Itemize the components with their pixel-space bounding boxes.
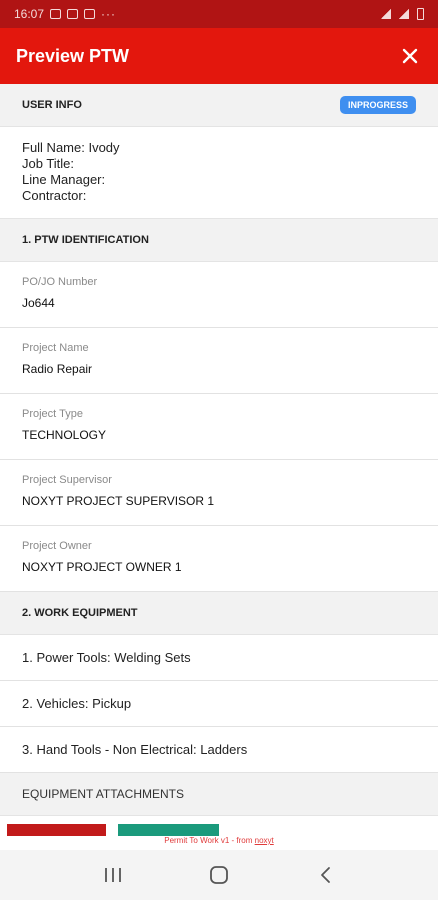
whatsapp-icon (50, 9, 62, 19)
page-title: Preview PTW (16, 45, 130, 66)
project-owner-field: Project Owner NOXYT PROJECT OWNER 1 (0, 526, 438, 592)
equipment-item: 2. Vehicles: Pickup (0, 681, 438, 727)
status-bar: 16:07 ··· (0, 0, 438, 28)
back-icon (321, 867, 330, 883)
status-badge: INPROGRESS (339, 96, 416, 114)
footer-note: Permit To Work v1 - from noxyt (0, 836, 438, 845)
field-value: NOXYT PROJECT SUPERVISOR 1 (22, 494, 215, 508)
field-value: TECHNOLOGY (22, 428, 107, 442)
home-button[interactable] (199, 855, 239, 895)
back-button[interactable] (305, 855, 345, 895)
field-label: Project Supervisor (22, 474, 112, 486)
more-notifications-icon: ··· (101, 7, 117, 21)
attachment-thumbnail[interactable] (7, 824, 106, 836)
ptw-preview-content[interactable]: USER INFO INPROGRESS Full Name: Ivody Jo… (0, 84, 438, 850)
field-value: Jo644 (22, 296, 55, 310)
footer-link[interactable]: noxyt (255, 836, 274, 845)
system-nav-bar (0, 850, 438, 900)
attachment-thumbnail[interactable] (118, 824, 219, 836)
project-type-field: Project Type TECHNOLOGY (0, 394, 438, 460)
attachments-heading: EQUIPMENT ATTACHMENTS (22, 787, 185, 801)
job-title-line: Job Title: (22, 156, 75, 171)
work-equipment-heading: 2. WORK EQUIPMENT (22, 607, 138, 619)
gallery-icon (67, 9, 79, 19)
close-button[interactable] (398, 44, 422, 68)
battery-icon (417, 8, 424, 20)
field-value: Radio Repair (22, 362, 93, 376)
equipment-item: 3. Hand Tools - Non Electrical: Ladders (0, 727, 438, 773)
user-info-block: Full Name: Ivody Job Title: Line Manager… (0, 127, 438, 219)
wifi-icon (381, 9, 391, 19)
signal-icon (399, 9, 409, 19)
project-supervisor-field: Project Supervisor NOXYT PROJECT SUPERVI… (0, 460, 438, 526)
user-info-header: USER INFO INPROGRESS (0, 84, 438, 127)
user-info-heading: USER INFO (22, 99, 82, 111)
line-manager-line: Line Manager: (22, 172, 106, 187)
po-jo-number-field: PO/JO Number Jo644 (0, 262, 438, 328)
recent-apps-button[interactable] (93, 855, 133, 895)
field-label: Project Name (22, 342, 89, 354)
contractor-line: Contractor: (22, 188, 87, 203)
calendar-icon (84, 9, 96, 19)
attachments-row: Permit To Work v1 - from noxyt (0, 816, 438, 850)
status-time: 16:07 (14, 7, 45, 21)
field-label: Project Type (22, 408, 83, 420)
close-icon (402, 48, 418, 64)
identification-heading: 1. PTW IDENTIFICATION (22, 234, 149, 246)
project-name-field: Project Name Radio Repair (0, 328, 438, 394)
equipment-item: 1. Power Tools: Welding Sets (0, 635, 438, 681)
field-label: PO/JO Number (22, 276, 98, 288)
identification-header: 1. PTW IDENTIFICATION (0, 219, 438, 262)
home-icon (210, 866, 228, 884)
field-label: Project Owner (22, 540, 92, 552)
field-value: NOXYT PROJECT OWNER 1 (22, 560, 182, 574)
app-bar: Preview PTW (0, 28, 438, 84)
recent-apps-icon (105, 868, 121, 882)
work-equipment-header: 2. WORK EQUIPMENT (0, 592, 438, 635)
attachments-header: EQUIPMENT ATTACHMENTS (0, 773, 438, 816)
full-name-line: Full Name: Ivody (22, 140, 120, 155)
footer-text: Permit To Work v1 - from (164, 836, 255, 845)
